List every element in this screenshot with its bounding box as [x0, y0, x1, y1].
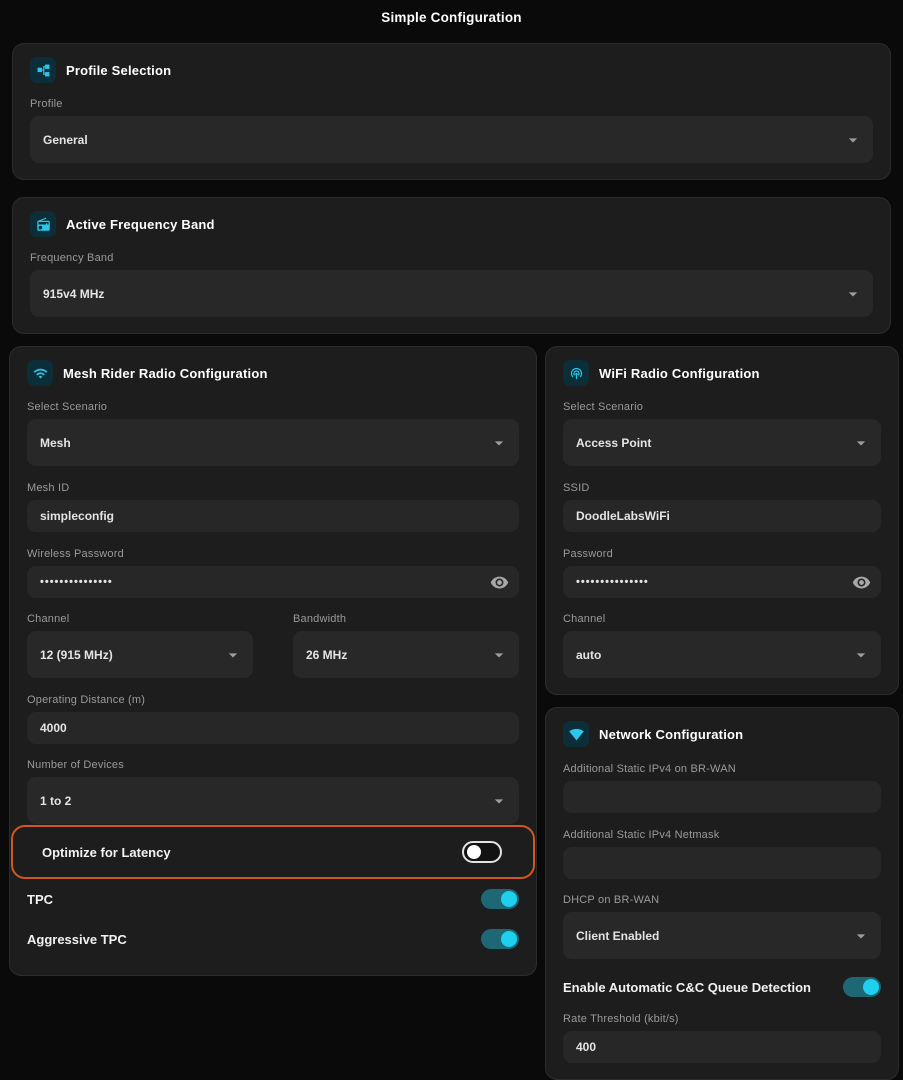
number-of-devices-select-value: 1 to 2	[40, 794, 71, 808]
profile-select-value: General	[43, 133, 88, 147]
static-netmask-inputbox	[563, 847, 881, 879]
dhcp-select-value: Client Enabled	[576, 929, 659, 943]
chevron-down-icon	[489, 791, 509, 811]
frequency-card-title: Active Frequency Band	[66, 217, 215, 232]
profile-card-header: Profile Selection	[30, 57, 873, 83]
profile-select[interactable]: General	[30, 116, 873, 163]
show-password-icon[interactable]	[852, 573, 871, 592]
chevron-down-icon	[851, 433, 871, 453]
wireless-password-input[interactable]	[40, 576, 490, 588]
wifi-password-input[interactable]	[576, 576, 852, 588]
wireless-password-label: Wireless Password	[27, 548, 519, 560]
wifi-scenario-label: Select Scenario	[563, 401, 881, 413]
optimize-latency-toggle[interactable]	[462, 841, 502, 863]
rate-threshold-label: Rate Threshold (kbit/s)	[563, 1013, 881, 1025]
wifi-channel-label: Channel	[563, 613, 881, 625]
tpc-toggle[interactable]	[481, 889, 519, 909]
frequency-band-label: Frequency Band	[30, 252, 873, 264]
ssid-input[interactable]	[576, 509, 871, 523]
chevron-down-icon	[223, 645, 243, 665]
frequency-band-card: Active Frequency Band Frequency Band 915…	[12, 197, 891, 334]
ssid-label: SSID	[563, 482, 881, 494]
aggressive-tpc-toggle[interactable]	[481, 929, 519, 949]
channel-label: Channel	[27, 613, 253, 625]
mesh-id-input[interactable]	[40, 509, 509, 523]
frequency-band-select[interactable]: 915v4 MHz	[30, 270, 873, 317]
tpc-label: TPC	[27, 892, 53, 907]
radio-icon	[30, 211, 56, 237]
wifi-scenario-select[interactable]: Access Point	[563, 419, 881, 466]
show-password-icon[interactable]	[490, 573, 509, 592]
channel-select-value: 12 (915 MHz)	[40, 648, 113, 662]
static-netmask-input[interactable]	[576, 856, 871, 870]
wifi-card-title: WiFi Radio Configuration	[599, 366, 760, 381]
chevron-down-icon	[843, 130, 863, 150]
mesh-scenario-label: Select Scenario	[27, 401, 519, 413]
mesh-card-title: Mesh Rider Radio Configuration	[63, 366, 268, 381]
schema-icon	[30, 57, 56, 83]
operating-distance-input[interactable]	[40, 721, 509, 735]
mesh-scenario-select[interactable]: Mesh	[27, 419, 519, 466]
network-config-card: Network Configuration Additional Static …	[545, 707, 899, 1080]
wifi-icon	[27, 360, 53, 386]
wireless-password-inputbox	[27, 566, 519, 598]
number-of-devices-label: Number of Devices	[27, 759, 519, 771]
cc-queue-toggle[interactable]	[843, 977, 881, 997]
chevron-down-icon	[489, 433, 509, 453]
rate-threshold-inputbox	[563, 1031, 881, 1063]
cc-queue-label: Enable Automatic C&C Queue Detection	[563, 980, 811, 995]
wifi-channel-select-value: auto	[576, 648, 601, 662]
page-title: Simple Configuration	[0, 0, 903, 25]
wifi-scenario-select-value: Access Point	[576, 436, 651, 450]
mesh-id-label: Mesh ID	[27, 482, 519, 494]
wifi-password-inputbox	[563, 566, 881, 598]
network-card-header: Network Configuration	[563, 721, 881, 747]
static-netmask-label: Additional Static IPv4 Netmask	[563, 829, 881, 841]
static-ipv4-label: Additional Static IPv4 on BR-WAN	[563, 763, 881, 775]
profile-card-title: Profile Selection	[66, 63, 171, 78]
rate-threshold-input[interactable]	[576, 1040, 871, 1054]
wifi-channel-select[interactable]: auto	[563, 631, 881, 678]
mesh-scenario-select-value: Mesh	[40, 436, 71, 450]
aggressive-tpc-row: Aggressive TPC	[27, 919, 519, 959]
mesh-card-header: Mesh Rider Radio Configuration	[27, 360, 519, 386]
tpc-row: TPC	[27, 879, 519, 919]
frequency-band-select-value: 915v4 MHz	[43, 287, 104, 301]
frequency-card-header: Active Frequency Band	[30, 211, 873, 237]
aggressive-tpc-label: Aggressive TPC	[27, 932, 127, 947]
channel-select[interactable]: 12 (915 MHz)	[27, 631, 253, 678]
wifi-radio-card: WiFi Radio Configuration Select Scenario…	[545, 346, 899, 695]
dhcp-label: DHCP on BR-WAN	[563, 894, 881, 906]
bandwidth-select-value: 26 MHz	[306, 648, 347, 662]
wifi-tethering-icon	[563, 360, 589, 386]
ssid-inputbox	[563, 500, 881, 532]
number-of-devices-select[interactable]: 1 to 2	[27, 777, 519, 824]
bandwidth-label: Bandwidth	[293, 613, 519, 625]
network-card-title: Network Configuration	[599, 727, 743, 742]
chevron-down-icon	[489, 645, 509, 665]
optimize-latency-label: Optimize for Latency	[42, 845, 171, 860]
static-ipv4-input[interactable]	[576, 790, 871, 804]
bandwidth-select[interactable]: 26 MHz	[293, 631, 519, 678]
wifi-card-header: WiFi Radio Configuration	[563, 360, 881, 386]
mesh-id-inputbox	[27, 500, 519, 532]
operating-distance-label: Operating Distance (m)	[27, 694, 519, 706]
signal-wifi-icon	[563, 721, 589, 747]
chevron-down-icon	[843, 284, 863, 304]
wifi-password-label: Password	[563, 548, 881, 560]
operating-distance-inputbox	[27, 712, 519, 744]
profile-selection-card: Profile Selection Profile General	[12, 43, 891, 180]
profile-label: Profile	[30, 98, 873, 110]
mesh-rider-card: Mesh Rider Radio Configuration Select Sc…	[9, 346, 537, 976]
chevron-down-icon	[851, 645, 871, 665]
static-ipv4-inputbox	[563, 781, 881, 813]
chevron-down-icon	[851, 926, 871, 946]
cc-queue-row: Enable Automatic C&C Queue Detection	[563, 967, 881, 1007]
dhcp-select[interactable]: Client Enabled	[563, 912, 881, 959]
optimize-latency-row: Optimize for Latency	[11, 825, 535, 879]
